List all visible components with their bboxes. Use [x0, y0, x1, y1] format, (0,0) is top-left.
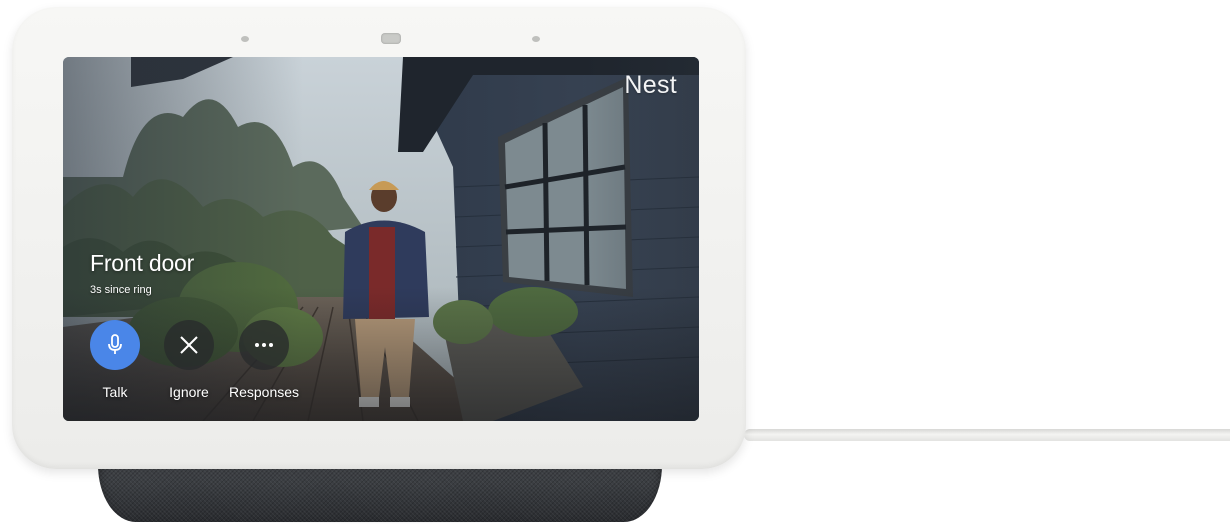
nest-brand-label: Nest [624, 71, 677, 99]
ring-time-status: 3s since ring [90, 284, 152, 296]
ambient-sensor-right [532, 36, 540, 42]
talk-button[interactable] [90, 320, 140, 370]
camera-name: Front door [90, 250, 195, 276]
ignore-button[interactable] [164, 320, 214, 370]
sensor-window [381, 33, 401, 44]
ignore-action[interactable]: Ignore [151, 320, 227, 400]
talk-label: Talk [102, 384, 128, 400]
more-horizontal-icon [255, 343, 273, 347]
product-stage: Nest Front door 3s since ring Talk Ignor… [0, 0, 1231, 524]
responses-button[interactable] [239, 320, 289, 370]
display-screen: Nest Front door 3s since ring Talk Ignor… [63, 57, 699, 421]
responses-label: Responses [228, 384, 300, 400]
ambient-sensor-left [241, 36, 249, 42]
power-cable [744, 429, 1230, 441]
close-icon [180, 336, 198, 354]
ignore-label: Ignore [169, 384, 209, 400]
talk-action[interactable]: Talk [77, 320, 153, 400]
microphone-icon [108, 334, 122, 354]
responses-action[interactable]: Responses [226, 320, 302, 400]
